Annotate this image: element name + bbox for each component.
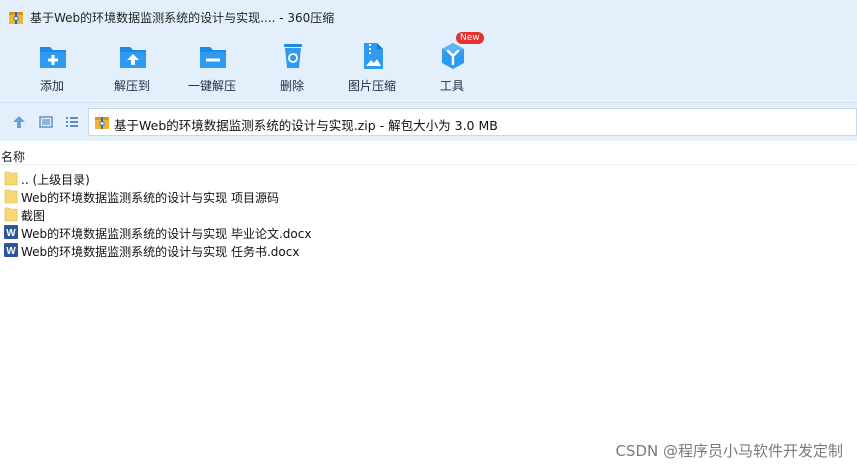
tools-button[interactable]: New 工具 <box>420 32 484 102</box>
zip-archive-icon <box>95 117 109 129</box>
folder-icon <box>4 207 18 222</box>
word-document-icon: W <box>4 225 18 239</box>
list-item[interactable]: W Web的环境数据监测系统的设计与实现 毕业论文.docx <box>0 223 857 241</box>
archive-path: 基于Web的环境数据监测系统的设计与实现.zip - 解包大小为 3.0 MB <box>114 118 498 133</box>
add-label: 添加 <box>39 79 64 93</box>
list-item[interactable]: 截图 <box>0 205 857 223</box>
watermark: CSDN @程序员小马软件开发定制 <box>615 442 843 460</box>
thumbnail-view-icon[interactable] <box>38 114 54 130</box>
file-name: Web的环境数据监测系统的设计与实现 任务书.docx <box>21 245 300 259</box>
add-icon <box>40 47 66 68</box>
tools-label: 工具 <box>439 79 464 93</box>
name-column-header[interactable]: 名称 <box>1 148 25 165</box>
one-click-extract-button[interactable]: 一键解压 <box>180 34 244 102</box>
toolbar: 添加 解压到 一键解压 删除 图片压缩 New 工具 <box>0 32 857 102</box>
svg-text:W: W <box>6 228 16 239</box>
window-title: 基于Web的环境数据监测系统的设计与实现.... - 360压缩 <box>30 11 335 25</box>
delete-label: 删除 <box>279 79 304 93</box>
archive-app-icon <box>9 12 23 24</box>
image-compress-label: 图片压缩 <box>347 79 396 93</box>
delete-button[interactable]: 删除 <box>260 34 324 102</box>
file-name: Web的环境数据监测系统的设计与实现 项目源码 <box>21 191 279 205</box>
list-item[interactable]: .. (上级目录) <box>0 169 857 187</box>
word-document-icon: W <box>4 243 18 257</box>
recycle-bin-icon <box>284 44 302 68</box>
extract-to-icon <box>120 47 146 68</box>
file-name: .. (上级目录) <box>21 173 90 187</box>
tools-icon <box>442 43 464 69</box>
extract-to-button[interactable]: 解压到 <box>100 34 164 102</box>
up-arrow-icon[interactable] <box>11 114 27 130</box>
image-compress-icon <box>364 43 383 69</box>
new-badge: New <box>456 32 484 44</box>
file-name: Web的环境数据监测系统的设计与实现 毕业论文.docx <box>21 227 312 241</box>
image-compress-button[interactable]: 图片压缩 <box>340 34 404 102</box>
address-field[interactable]: 基于Web的环境数据监测系统的设计与实现.zip - 解包大小为 3.0 MB <box>88 108 857 136</box>
file-name: 截图 <box>21 209 46 223</box>
add-button[interactable]: 添加 <box>20 34 84 102</box>
file-list: .. (上级目录) Web的环境数据监测系统的设计与实现 项目源码 截图 W W… <box>0 169 857 259</box>
svg-text:W: W <box>6 246 16 257</box>
extract-to-label: 解压到 <box>113 79 150 93</box>
column-header: 名称 <box>0 146 857 165</box>
list-item[interactable]: W Web的环境数据监测系统的设计与实现 任务书.docx <box>0 241 857 259</box>
title-bar: 基于Web的环境数据监测系统的设计与实现.... - 360压缩 <box>0 0 857 34</box>
one-click-extract-label: 一键解压 <box>187 79 236 93</box>
list-item[interactable]: Web的环境数据监测系统的设计与实现 项目源码 <box>0 187 857 205</box>
folder-icon <box>4 171 18 186</box>
folder-icon <box>4 189 18 204</box>
list-view-icon[interactable] <box>64 114 80 130</box>
address-bar: 基于Web的环境数据监测系统的设计与实现.zip - 解包大小为 3.0 MB <box>0 102 857 141</box>
one-click-extract-icon <box>200 47 226 68</box>
